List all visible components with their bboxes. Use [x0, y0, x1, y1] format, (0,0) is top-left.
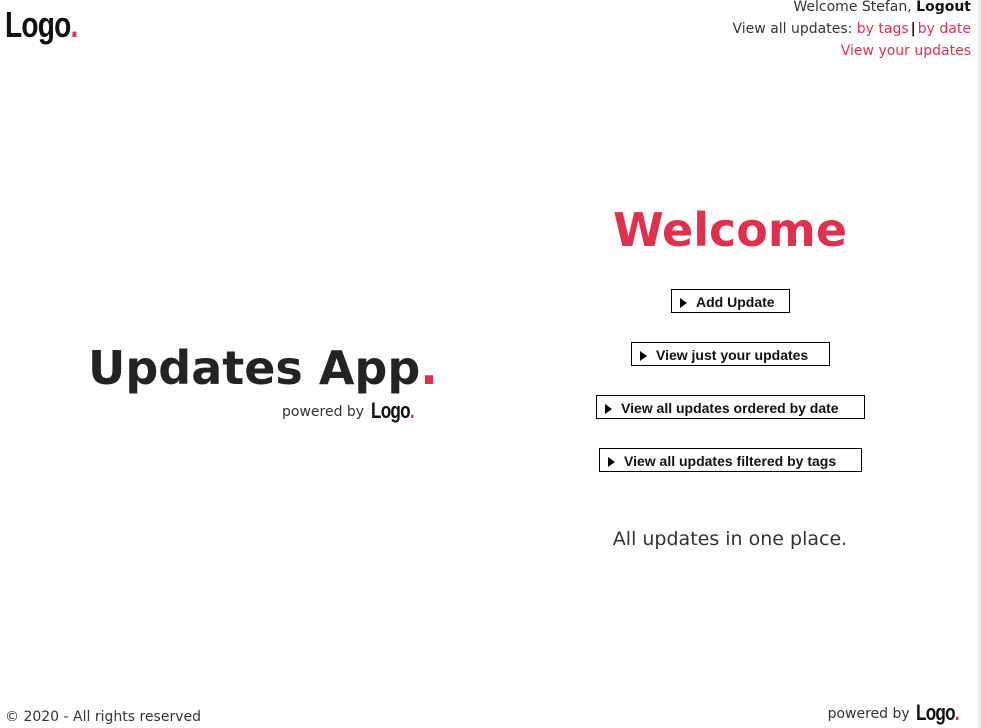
- footer-copyright: © 2020 - All rights reserved: [5, 709, 201, 725]
- user-nav: Welcome Stefan, Logout View all updates:…: [733, 0, 971, 62]
- welcome-line: Welcome Stefan, Logout: [733, 0, 971, 18]
- header-logo-dot: .: [70, 4, 78, 45]
- page: Logo. Welcome Stefan, Logout View all up…: [0, 0, 981, 728]
- view-by-tags-toggle[interactable]: View all updates filtered by tags: [599, 448, 862, 472]
- app-title-text: Updates App: [88, 341, 421, 395]
- play-triangle-icon: [608, 457, 615, 467]
- view-all-label: View all updates:: [732, 21, 853, 37]
- header-logo[interactable]: Logo.: [5, 3, 78, 47]
- view-all-line: View all updates: by tags | by date: [733, 18, 971, 40]
- view-your-updates-link[interactable]: View your updates: [841, 43, 971, 59]
- footer-logo[interactable]: Logo.: [916, 700, 960, 726]
- play-triangle-icon: [640, 351, 647, 361]
- app-title: Updates App.: [88, 338, 438, 398]
- footer-powered-by: powered by Logo.: [828, 700, 971, 726]
- view-your-updates-label: View just your updates: [656, 347, 809, 363]
- footer-logo-dot: .: [954, 700, 960, 725]
- welcome-user-text: Welcome Stefan,: [793, 0, 912, 15]
- welcome-heading: Welcome: [612, 203, 848, 257]
- by-date-link[interactable]: by date: [918, 21, 971, 37]
- hero-powered-logo-dot: .: [409, 398, 414, 423]
- hero-powered-logo: Logo.: [370, 398, 415, 424]
- add-update-label: Add Update: [696, 294, 775, 310]
- play-triangle-icon: [680, 298, 687, 308]
- footer-logo-text: Logo: [916, 700, 956, 725]
- hero-powered-logo-text: Logo: [370, 398, 411, 423]
- app-title-dot: .: [420, 341, 438, 395]
- view-by-date-label: View all updates ordered by date: [621, 400, 839, 416]
- view-your-updates-toggle[interactable]: View just your updates: [631, 342, 830, 366]
- view-by-date-toggle[interactable]: View all updates ordered by date: [596, 395, 865, 419]
- add-update-toggle[interactable]: Add Update: [671, 289, 790, 313]
- logout-link[interactable]: Logout: [916, 0, 971, 15]
- tagline: All updates in one place.: [612, 528, 848, 550]
- play-triangle-icon: [605, 404, 612, 414]
- footer-powered-by-text: powered by: [827, 706, 910, 722]
- view-yours-line: View your updates: [733, 40, 971, 62]
- hero-brand: Updates App.: [88, 338, 438, 398]
- view-by-tags-label: View all updates filtered by tags: [624, 453, 837, 469]
- nav-separator: |: [910, 21, 916, 37]
- hero-powered-by-text: powered by: [282, 404, 365, 420]
- header-logo-text: Logo: [5, 4, 71, 45]
- by-tags-link[interactable]: by tags: [857, 21, 909, 37]
- hero-powered-by: powered by Logo.: [282, 398, 425, 424]
